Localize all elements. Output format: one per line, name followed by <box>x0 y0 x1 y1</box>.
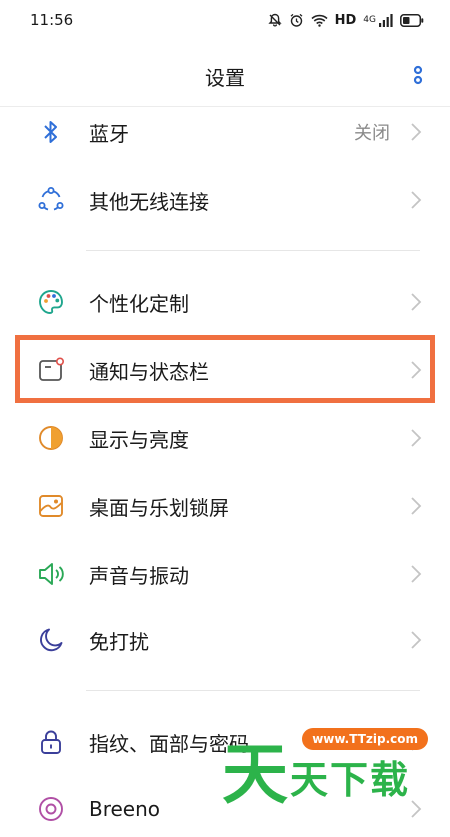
status-icons: HD 4G <box>268 13 424 28</box>
section-divider <box>86 690 420 691</box>
settings-item-do-not-disturb[interactable]: 免打扰 <box>0 612 450 668</box>
settings-item-desktop-lockscreen[interactable]: 桌面与乐划锁屏 <box>0 478 450 534</box>
chevron-right-icon <box>411 631 422 649</box>
section-divider <box>86 250 420 251</box>
chevron-right-icon <box>411 191 422 209</box>
settings-item-label: 显示与亮度 <box>89 427 189 452</box>
settings-item-label: 桌面与乐划锁屏 <box>89 495 229 520</box>
bluetooth-icon <box>37 118 65 146</box>
lock-icon <box>37 728 65 756</box>
wallpaper-icon <box>37 492 65 520</box>
settings-item-label: 个性化定制 <box>89 291 189 316</box>
settings-item-label: 其他无线连接 <box>89 189 209 214</box>
settings-item-label: 免打扰 <box>89 629 149 654</box>
watermark-url: www.TTzip.com <box>302 728 428 750</box>
chevron-right-icon <box>411 497 422 515</box>
watermark: www.TTzip.com 天 天下载 <box>222 722 432 808</box>
settings-item-personalization[interactable]: 个性化定制 <box>0 274 450 330</box>
chevron-right-icon <box>411 293 422 311</box>
hd-indicator: HD <box>334 12 357 28</box>
bell-muted-icon <box>268 13 282 27</box>
palette-icon <box>37 288 65 316</box>
wifi-icon <box>311 14 328 27</box>
watermark-logo-text: 天下载 <box>290 758 411 802</box>
more-options-button[interactable] <box>412 64 424 86</box>
header: 设置 <box>0 48 450 104</box>
brightness-icon <box>37 424 65 452</box>
status-bar: 11:56 HD 4G <box>0 0 450 40</box>
settings-item-bluetooth[interactable]: 蓝牙 关闭 <box>0 104 450 160</box>
alarm-icon <box>290 13 303 27</box>
chevron-right-icon <box>411 565 422 583</box>
wireless-connection-icon <box>37 186 65 214</box>
settings-item-display[interactable]: 显示与亮度 <box>0 410 450 466</box>
settings-item-sound[interactable]: 声音与振动 <box>0 546 450 602</box>
settings-item-other-wireless[interactable]: 其他无线连接 <box>0 172 450 228</box>
settings-item-label: Breeno <box>89 797 161 821</box>
watermark-logo-large: 天 <box>222 736 288 813</box>
breeno-icon <box>37 795 65 823</box>
bluetooth-status: 关闭 <box>354 123 390 144</box>
status-time: 11:56 <box>30 11 74 29</box>
battery-icon <box>400 13 424 27</box>
highlight-box <box>15 335 435 403</box>
page-title: 设置 <box>205 65 245 90</box>
moon-icon <box>37 626 65 654</box>
settings-item-label: 蓝牙 <box>89 121 129 146</box>
settings-item-label: 声音与振动 <box>89 563 189 588</box>
speaker-icon <box>37 560 65 588</box>
chevron-right-icon <box>411 123 422 141</box>
network-type: 4G <box>363 15 376 25</box>
chevron-right-icon <box>411 429 422 447</box>
signal-icon <box>379 13 393 27</box>
